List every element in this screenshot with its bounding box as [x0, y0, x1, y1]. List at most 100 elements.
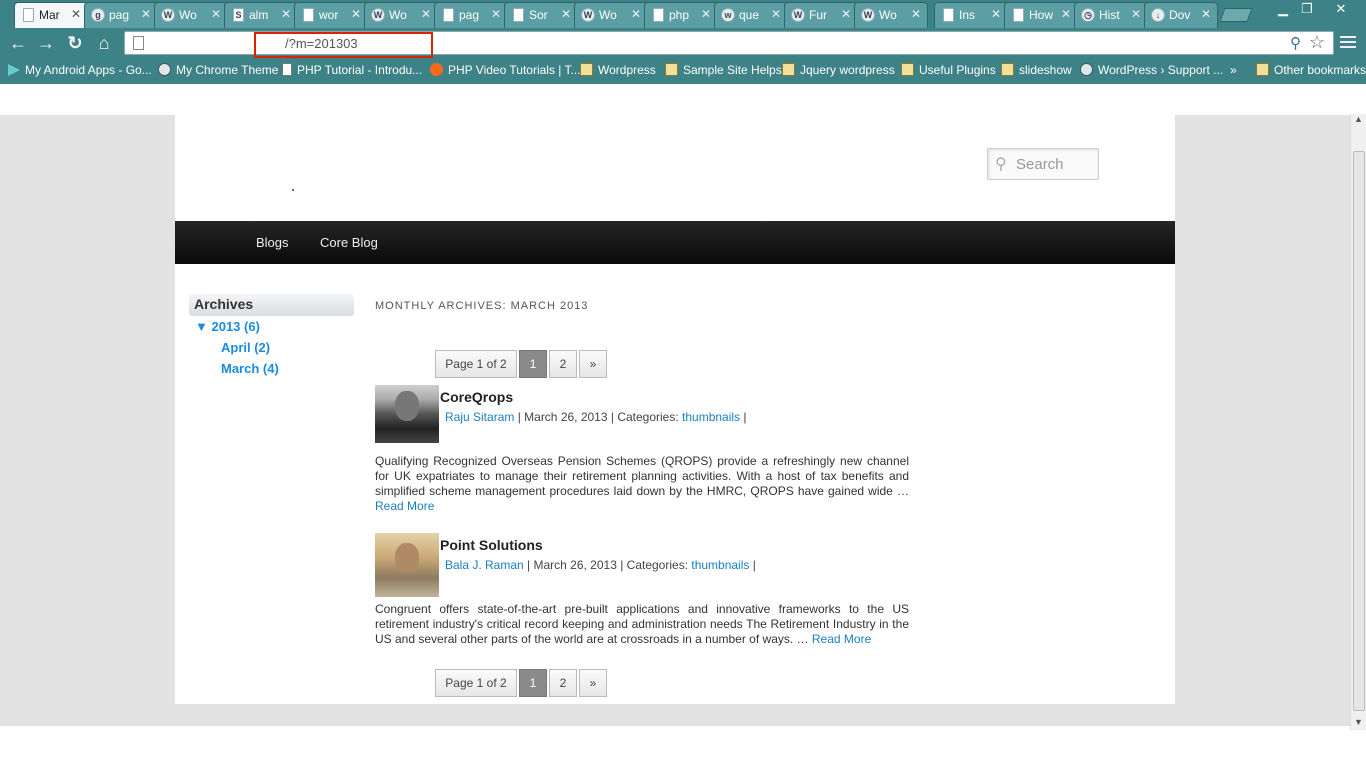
close-icon[interactable]: ✕ [71, 7, 81, 21]
tab-5[interactable]: W Wo ✕ [364, 2, 438, 28]
google-icon: g [91, 8, 105, 22]
close-icon[interactable]: ✕ [701, 7, 711, 21]
tab-0[interactable]: Mar ✕ [14, 2, 88, 28]
restore-icon[interactable]: ❐ [1294, 0, 1320, 18]
bookmark-folder[interactable]: Wordpress [580, 63, 656, 77]
read-more-link[interactable]: Read More [375, 499, 434, 513]
close-icon[interactable]: ✕ [1201, 7, 1211, 21]
search-icon[interactable]: ⚲ [1290, 34, 1301, 52]
bookmark-item[interactable]: My Chrome Theme [158, 63, 278, 77]
nav-blogs[interactable]: Blogs [256, 235, 289, 250]
forward-icon[interactable]: → [34, 32, 58, 54]
close-icon[interactable]: ✕ [841, 7, 851, 21]
tab-10[interactable]: w que ✕ [714, 2, 788, 28]
tab-11[interactable]: W Fur ✕ [784, 2, 858, 28]
folder-icon [665, 63, 678, 76]
author-link[interactable]: Raju Sitaram [445, 410, 514, 424]
tab-15[interactable]: ◷ Hist ✕ [1074, 2, 1148, 28]
bookmark-folder[interactable]: slideshow [1001, 63, 1072, 77]
bookmark-item[interactable]: PHP Tutorial - Introdu... [282, 63, 422, 77]
tab-2[interactable]: W Wo ✕ [154, 2, 228, 28]
close-icon[interactable]: ✕ [421, 7, 431, 21]
close-icon[interactable]: ✕ [281, 7, 291, 21]
page-2-button[interactable]: 2 [549, 350, 577, 378]
archive-april[interactable]: April (2) [221, 340, 270, 355]
close-icon[interactable]: ✕ [491, 7, 501, 21]
page-1-button[interactable]: 1 [519, 669, 547, 697]
folder-icon [782, 63, 795, 76]
tab-7[interactable]: Sor ✕ [504, 2, 578, 28]
tab-9[interactable]: php ✕ [644, 2, 718, 28]
tab-8[interactable]: W Wo ✕ [574, 2, 648, 28]
author-avatar [375, 385, 439, 443]
wordpress-icon: W [161, 8, 175, 22]
tab-6[interactable]: pag ✕ [434, 2, 508, 28]
post-excerpt: Qualifying Recognized Overseas Pension S… [375, 454, 909, 513]
page-1-button[interactable]: 1 [519, 350, 547, 378]
tab-1[interactable]: g pag ✕ [84, 2, 158, 28]
category-link[interactable]: thumbnails [682, 410, 740, 424]
page-icon [943, 8, 954, 22]
tab-12[interactable]: W Wo ✕ [854, 2, 928, 28]
tab-16[interactable]: ↓ Dov ✕ [1144, 2, 1218, 28]
close-icon[interactable]: ✕ [1131, 7, 1141, 21]
scrollbar[interactable]: ▲ ▼ [1350, 114, 1366, 730]
bookmark-folder[interactable]: Jquery wordpress [782, 63, 895, 77]
next-page-button[interactable]: » [579, 669, 607, 697]
page-2-button[interactable]: 2 [549, 669, 577, 697]
tab-14[interactable]: How ✕ [1004, 2, 1078, 28]
wordpress-icon [1080, 63, 1093, 76]
nav-core-blog[interactable]: Core Blog [320, 235, 378, 250]
close-icon[interactable]: ✕ [351, 7, 361, 21]
new-tab-button[interactable] [1219, 8, 1253, 22]
close-icon[interactable]: ✕ [1061, 7, 1071, 21]
close-icon[interactable]: ✕ [771, 7, 781, 21]
category-link[interactable]: thumbnails [691, 558, 749, 572]
author-link[interactable]: Bala J. Raman [445, 558, 524, 572]
palette-icon [158, 63, 171, 76]
star-icon[interactable]: ☆ [1309, 32, 1325, 53]
close-icon[interactable]: ✕ [211, 7, 221, 21]
close-icon[interactable]: ✕ [561, 7, 571, 21]
bookmark-folder[interactable]: Sample Site Helps [665, 63, 782, 77]
post-excerpt: Congruent offers state-of-the-art pre-bu… [375, 602, 909, 646]
post-title-link[interactable]: CoreQrops [440, 389, 513, 405]
tab-strip: Mar ✕ g pag ✕ W Wo ✕ Salm ✕ wor ✕ W Wo ✕ pag ✕ Sor… [0, 0, 1366, 28]
folder-icon [1256, 63, 1269, 76]
post-title-link[interactable]: Point Solutions [440, 537, 543, 553]
scroll-down-icon[interactable]: ▼ [1354, 717, 1363, 727]
search-input[interactable]: ⚲ Search [987, 148, 1099, 180]
bookmarks-overflow[interactable]: » [1230, 63, 1237, 77]
archive-year-2013[interactable]: ▼ 2013 (6) [195, 319, 260, 334]
close-icon[interactable]: ✕ [991, 7, 1001, 21]
scroll-thumb[interactable] [1353, 151, 1365, 711]
tab-3[interactable]: Salm ✕ [224, 2, 298, 28]
tab-13[interactable]: Ins ✕ [934, 2, 1008, 28]
bookmark-item[interactable]: PHP Video Tutorials | T... [430, 63, 581, 77]
bookmark-item[interactable]: My Android Apps - Go... [8, 63, 152, 77]
page-icon [133, 36, 144, 50]
wordpress-icon: W [791, 8, 805, 22]
close-icon[interactable]: ✕ [911, 7, 921, 21]
page-icon [282, 63, 292, 76]
close-icon[interactable]: ✕ [141, 7, 151, 21]
scroll-up-icon[interactable]: ▲ [1354, 114, 1363, 124]
close-icon[interactable]: ✕ [631, 7, 641, 21]
bookmark-folder[interactable]: Useful Plugins [901, 63, 996, 77]
home-icon[interactable]: ⌂ [92, 32, 116, 54]
reload-icon[interactable]: ↻ [63, 32, 87, 54]
next-page-button[interactable]: » [579, 350, 607, 378]
wordpress-icon: W [581, 8, 595, 22]
back-icon[interactable]: ← [6, 32, 30, 54]
other-bookmarks[interactable]: Other bookmarks [1256, 63, 1366, 77]
bookmark-item[interactable]: WordPress › Support ... [1080, 63, 1223, 77]
page-icon [23, 8, 34, 22]
window-close-icon[interactable]: ✕ [1328, 0, 1354, 18]
menu-icon[interactable] [1340, 33, 1356, 49]
read-more-link[interactable]: Read More [812, 632, 871, 646]
archives-heading: Archives [189, 294, 354, 316]
page-viewport: ▲ ▼ ⚲ Search Blogs Core Blog Archives ▼ … [0, 84, 1366, 768]
tab-4[interactable]: wor ✕ [294, 2, 368, 28]
minimize-icon[interactable]: ▁ [1270, 0, 1296, 18]
archive-march[interactable]: March (4) [221, 361, 279, 376]
